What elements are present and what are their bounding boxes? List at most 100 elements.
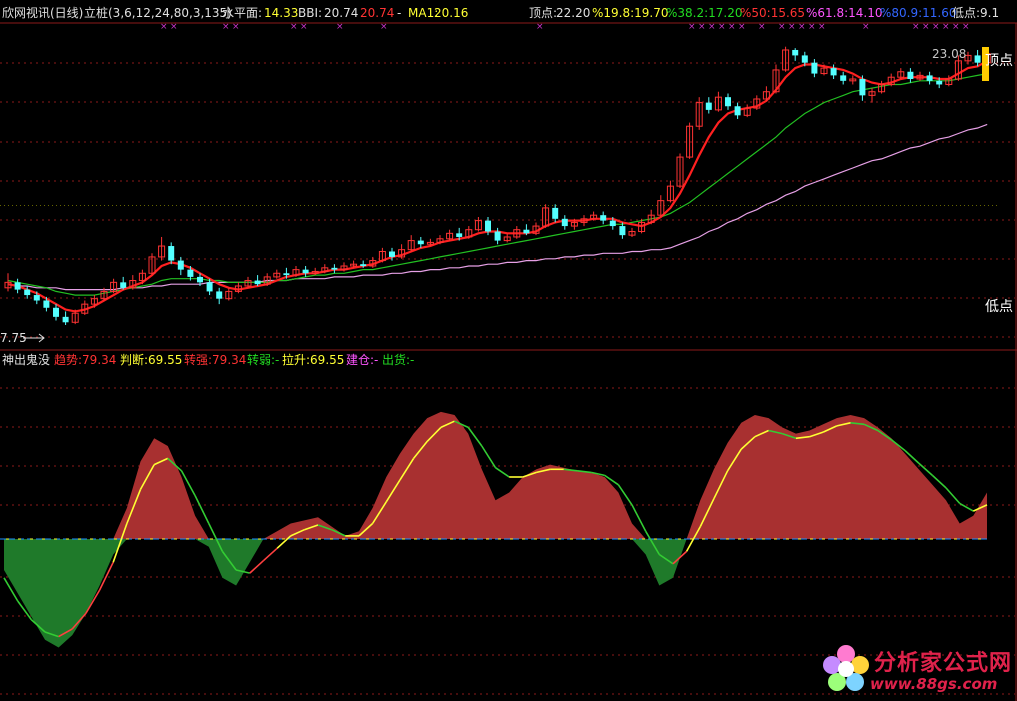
price-panel[interactable]: × × × × × × × × × × × × × × × × × × × × × × × × × × × ×	[0, 22, 1000, 326]
candle-body	[14, 282, 21, 290]
candle[interactable]	[792, 48, 799, 61]
candle[interactable]	[53, 304, 59, 321]
candle[interactable]	[474, 216, 482, 232]
candle-body	[216, 291, 223, 299]
candle[interactable]	[446, 229, 454, 241]
candle-body	[840, 75, 847, 81]
stock-chart[interactable]: × × × × × × × × × × × × × × × × × × × × × × × × × × × × 欣网视讯(日线) 立桩…	[0, 0, 1017, 701]
indicator-panel[interactable]	[0, 411, 990, 648]
signal-cross-marker: ×	[300, 22, 308, 32]
candle[interactable]	[503, 233, 511, 243]
candle[interactable]	[4, 273, 12, 292]
low-label: 低点:	[952, 6, 980, 20]
candle[interactable]	[676, 153, 684, 188]
candle[interactable]	[561, 215, 568, 230]
candle[interactable]	[628, 227, 636, 237]
candle[interactable]	[177, 256, 184, 276]
candle[interactable]	[840, 71, 847, 85]
candle[interactable]	[321, 264, 329, 274]
candle[interactable]	[887, 73, 895, 87]
candle[interactable]	[168, 242, 175, 265]
candle-body	[43, 300, 50, 308]
candle[interactable]	[302, 266, 309, 277]
candle-body	[926, 75, 933, 81]
candle[interactable]	[600, 211, 607, 225]
candle[interactable]	[417, 236, 424, 248]
build-value: 建仓:-	[346, 353, 378, 367]
candle[interactable]	[263, 273, 271, 286]
candle-body	[974, 55, 981, 63]
candle[interactable]	[926, 71, 933, 85]
candle-body	[62, 316, 69, 323]
candle[interactable]	[225, 287, 233, 301]
signal-cross-marker: ×	[728, 22, 736, 32]
candle[interactable]	[868, 88, 876, 103]
top-mark: 顶点	[985, 53, 1013, 69]
candle[interactable]	[331, 264, 338, 274]
candle[interactable]	[705, 97, 712, 114]
stock-title: 欣网视讯(日线)	[2, 5, 83, 20]
candle[interactable]	[216, 287, 223, 305]
fib-61-8: %61.8:14.10	[806, 6, 883, 20]
signal-cross-marker: ×	[708, 22, 716, 32]
candle[interactable]	[782, 46, 790, 72]
candle[interactable]	[407, 235, 415, 252]
candle[interactable]	[762, 86, 770, 101]
bbi-value: 20.74	[324, 6, 358, 20]
level-value: 14.33	[264, 6, 298, 20]
candle[interactable]	[647, 209, 655, 225]
candle[interactable]	[254, 275, 261, 286]
candle[interactable]	[532, 222, 540, 236]
candle[interactable]	[110, 278, 118, 294]
candle[interactable]	[120, 276, 127, 290]
signal-cross-marker: ×	[336, 22, 344, 32]
candle[interactable]	[340, 262, 348, 272]
candle[interactable]	[897, 68, 905, 80]
candle[interactable]	[590, 211, 598, 221]
fib-38-2: %38.2:17.20	[666, 6, 743, 20]
candle[interactable]	[62, 311, 69, 326]
candle[interactable]	[734, 102, 741, 119]
candle-body	[177, 260, 184, 270]
signal-cross-marker: ×	[788, 22, 796, 32]
candle-body	[331, 267, 338, 270]
candle[interactable]	[753, 95, 761, 110]
signal-cross-marker: ×	[942, 22, 950, 32]
fib-19-8: %19.8:19.70	[592, 6, 669, 20]
low-mark: 低点	[985, 299, 1013, 315]
candle[interactable]	[494, 227, 501, 245]
candle-body	[120, 282, 127, 288]
strong-value: 转强:79.34	[184, 352, 246, 367]
candle-body	[206, 282, 213, 292]
signal-cross-marker: ×	[778, 22, 786, 32]
signal-cross-marker: ×	[818, 22, 826, 32]
level-label: 水平面:	[222, 6, 262, 20]
candle[interactable]	[859, 75, 866, 101]
candle[interactable]	[129, 275, 137, 290]
candle-body	[705, 102, 712, 110]
candle[interactable]	[273, 269, 281, 279]
candle-body	[24, 289, 31, 296]
candle[interactable]	[14, 278, 21, 294]
candle[interactable]	[666, 180, 674, 203]
judge-line-segment	[249, 560, 264, 574]
candle[interactable]	[292, 266, 300, 277]
fib-50: %50:15.65	[740, 6, 805, 20]
candle[interactable]	[206, 278, 213, 296]
candle[interactable]	[907, 68, 914, 83]
candle[interactable]	[436, 235, 444, 245]
candle[interactable]	[465, 226, 473, 239]
candle[interactable]	[398, 244, 406, 259]
candle[interactable]	[811, 59, 818, 78]
candle[interactable]	[725, 93, 731, 110]
candle-body	[33, 295, 40, 301]
candle[interactable]	[686, 122, 694, 159]
candle-body	[360, 264, 367, 267]
candle[interactable]	[849, 75, 857, 85]
ma-short-line	[7, 59, 988, 313]
candle[interactable]	[743, 104, 751, 118]
candle[interactable]	[772, 64, 780, 94]
candle[interactable]	[234, 282, 242, 294]
candle[interactable]	[158, 236, 166, 261]
candle[interactable]	[378, 247, 386, 263]
